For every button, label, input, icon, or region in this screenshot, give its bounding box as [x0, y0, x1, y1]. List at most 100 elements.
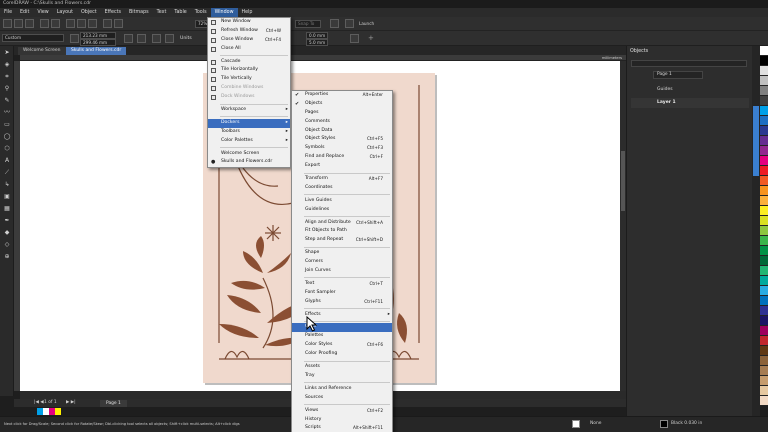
properties-tab[interactable]: [753, 106, 759, 176]
eyedropper-icon[interactable]: ✒: [2, 216, 12, 225]
import-icon[interactable]: [77, 19, 86, 28]
page-size-preset[interactable]: Custom: [2, 34, 64, 42]
first-page-icon[interactable]: |◀ ◀: [34, 399, 44, 407]
guides-layer[interactable]: Guides: [657, 86, 673, 93]
next-page-icon[interactable]: ▶ ▶|: [66, 399, 76, 407]
palette-swatch[interactable]: [760, 286, 768, 296]
menu-help[interactable]: Help: [238, 8, 257, 17]
docker-menu-item[interactable]: Find and Replace Ctrl+F: [292, 153, 392, 162]
window-menu-item[interactable]: Tile Vertically: [208, 75, 290, 84]
docker-menu-item[interactable]: Export: [292, 162, 392, 171]
launch-dropdown[interactable]: Launch: [356, 20, 386, 28]
palette-swatch[interactable]: [760, 96, 768, 106]
docker-menu-item[interactable]: Live Guides: [292, 197, 392, 206]
palette-swatch[interactable]: [760, 246, 768, 256]
docker-menu-item[interactable]: ✔ Objects: [292, 100, 392, 109]
docker-menu-item[interactable]: Palettes: [292, 332, 392, 341]
window-menu-item[interactable]: Welcome Screen: [208, 150, 290, 159]
docker-menu-item[interactable]: Guidelines: [292, 206, 392, 215]
shape-tool-icon[interactable]: ◈: [2, 60, 12, 69]
menu-table[interactable]: Table: [170, 8, 190, 17]
polygon-tool-icon[interactable]: ⬡: [2, 144, 12, 153]
pick-tool-icon[interactable]: ➤: [2, 48, 12, 57]
docker-menu-item[interactable]: Align and Distribute Ctrl+Shift+A: [292, 219, 392, 228]
palette-swatch[interactable]: [760, 366, 768, 376]
palette-swatch[interactable]: [760, 386, 768, 396]
palette-swatch[interactable]: [760, 196, 768, 206]
menu-window[interactable]: Window: [210, 8, 238, 17]
palette-swatch[interactable]: [760, 136, 768, 146]
docker-menu-item[interactable]: Corners: [292, 258, 392, 267]
palette-swatch[interactable]: [760, 306, 768, 316]
menu-tools[interactable]: Tools: [191, 8, 211, 17]
docker-menu-item[interactable]: History: [292, 416, 392, 425]
redo-icon[interactable]: [51, 19, 60, 28]
grid-icon[interactable]: [330, 19, 339, 28]
palette-swatch[interactable]: [760, 116, 768, 126]
palette-swatch[interactable]: [760, 376, 768, 386]
palette-swatch[interactable]: [760, 216, 768, 226]
tab-welcome-screen[interactable]: Welcome Screen: [18, 47, 66, 55]
export-icon[interactable]: [88, 19, 97, 28]
palette-swatch[interactable]: [760, 156, 768, 166]
save-icon[interactable]: [25, 19, 34, 28]
palette-swatch[interactable]: [760, 266, 768, 276]
menu-bitmaps[interactable]: Bitmaps: [125, 8, 153, 17]
palette-swatch[interactable]: [760, 236, 768, 246]
outline-swatch[interactable]: [660, 420, 668, 428]
palette-swatch[interactable]: [760, 256, 768, 266]
docker-menu-item[interactable]: Scripts Alt+Shift+F11: [292, 424, 392, 432]
all-pages-icon[interactable]: [152, 34, 161, 43]
docker-menu-item[interactable]: Links and Reference: [292, 385, 392, 394]
window-menu-item[interactable]: New Window: [208, 18, 290, 27]
docker-menu-item[interactable]: Text Ctrl+T: [292, 280, 392, 289]
nudge-distance-field[interactable]: 0.0 mm: [306, 32, 328, 39]
window-menu-item[interactable]: Color Palettes ▸: [208, 137, 290, 146]
palette-swatch[interactable]: [760, 66, 768, 76]
swatch-yellow[interactable]: [55, 408, 61, 415]
palette-swatch[interactable]: [760, 166, 768, 176]
bleed-icon[interactable]: [350, 34, 359, 43]
search-icon[interactable]: [66, 19, 75, 28]
palette-swatch[interactable]: [760, 336, 768, 346]
palette-swatch[interactable]: [760, 186, 768, 196]
palette-swatch[interactable]: [760, 56, 768, 66]
menu-edit[interactable]: Edit: [16, 8, 33, 17]
window-menu-item[interactable]: Tile Horizontally: [208, 66, 290, 75]
page-select-dropdown[interactable]: Page 1: [653, 71, 703, 79]
docker-menu-item[interactable]: Fit Objects to Path: [292, 227, 392, 236]
artistic-media-icon[interactable]: 〰: [2, 108, 12, 117]
page-tab-1[interactable]: Page 1: [100, 400, 127, 407]
palette-swatch[interactable]: [760, 206, 768, 216]
menu-file[interactable]: File: [0, 8, 16, 17]
parallel-dimension-icon[interactable]: ⟋: [2, 168, 12, 177]
objects-search-input[interactable]: [631, 60, 747, 67]
page-height-field[interactable]: 299.46 mm: [80, 39, 116, 46]
fill-swatch[interactable]: [572, 420, 580, 428]
portrait-icon[interactable]: [124, 34, 133, 43]
docker-menu-item[interactable]: Transform Alt+F7: [292, 175, 392, 184]
publish-pdf-icon[interactable]: [103, 19, 112, 28]
docker-menu-item[interactable]: Object Data: [292, 127, 392, 136]
docker-menu-item[interactable]: Font Sampler: [292, 289, 392, 298]
palette-swatch[interactable]: [760, 176, 768, 186]
docker-menu-item[interactable]: Shape: [292, 249, 392, 258]
palette-swatch[interactable]: [760, 326, 768, 336]
freehand-tool-icon[interactable]: ✎: [2, 96, 12, 105]
undo-icon[interactable]: [40, 19, 49, 28]
add-frame-icon[interactable]: +: [368, 34, 374, 43]
palette-swatch[interactable]: [760, 46, 768, 56]
window-menu-item[interactable]: Dockers ▸: [208, 118, 290, 128]
docker-menu-item[interactable]: Glyphs Ctrl+F11: [292, 298, 392, 307]
palette-swatch[interactable]: [760, 106, 768, 116]
docker-menu-item[interactable]: Sources: [292, 394, 392, 403]
print-icon[interactable]: [114, 19, 123, 28]
palette-swatch[interactable]: [760, 346, 768, 356]
ellipse-tool-icon[interactable]: ◯: [2, 132, 12, 141]
text-tool-icon[interactable]: A: [2, 156, 12, 165]
window-menu-item[interactable]: Close Window Ctrl+F4: [208, 36, 290, 45]
palette-swatch[interactable]: [760, 276, 768, 286]
docker-menu-item[interactable]: Views Ctrl+F2: [292, 407, 392, 416]
docker-menu-item[interactable]: Comments: [292, 118, 392, 127]
menu-layout[interactable]: Layout: [53, 8, 77, 17]
